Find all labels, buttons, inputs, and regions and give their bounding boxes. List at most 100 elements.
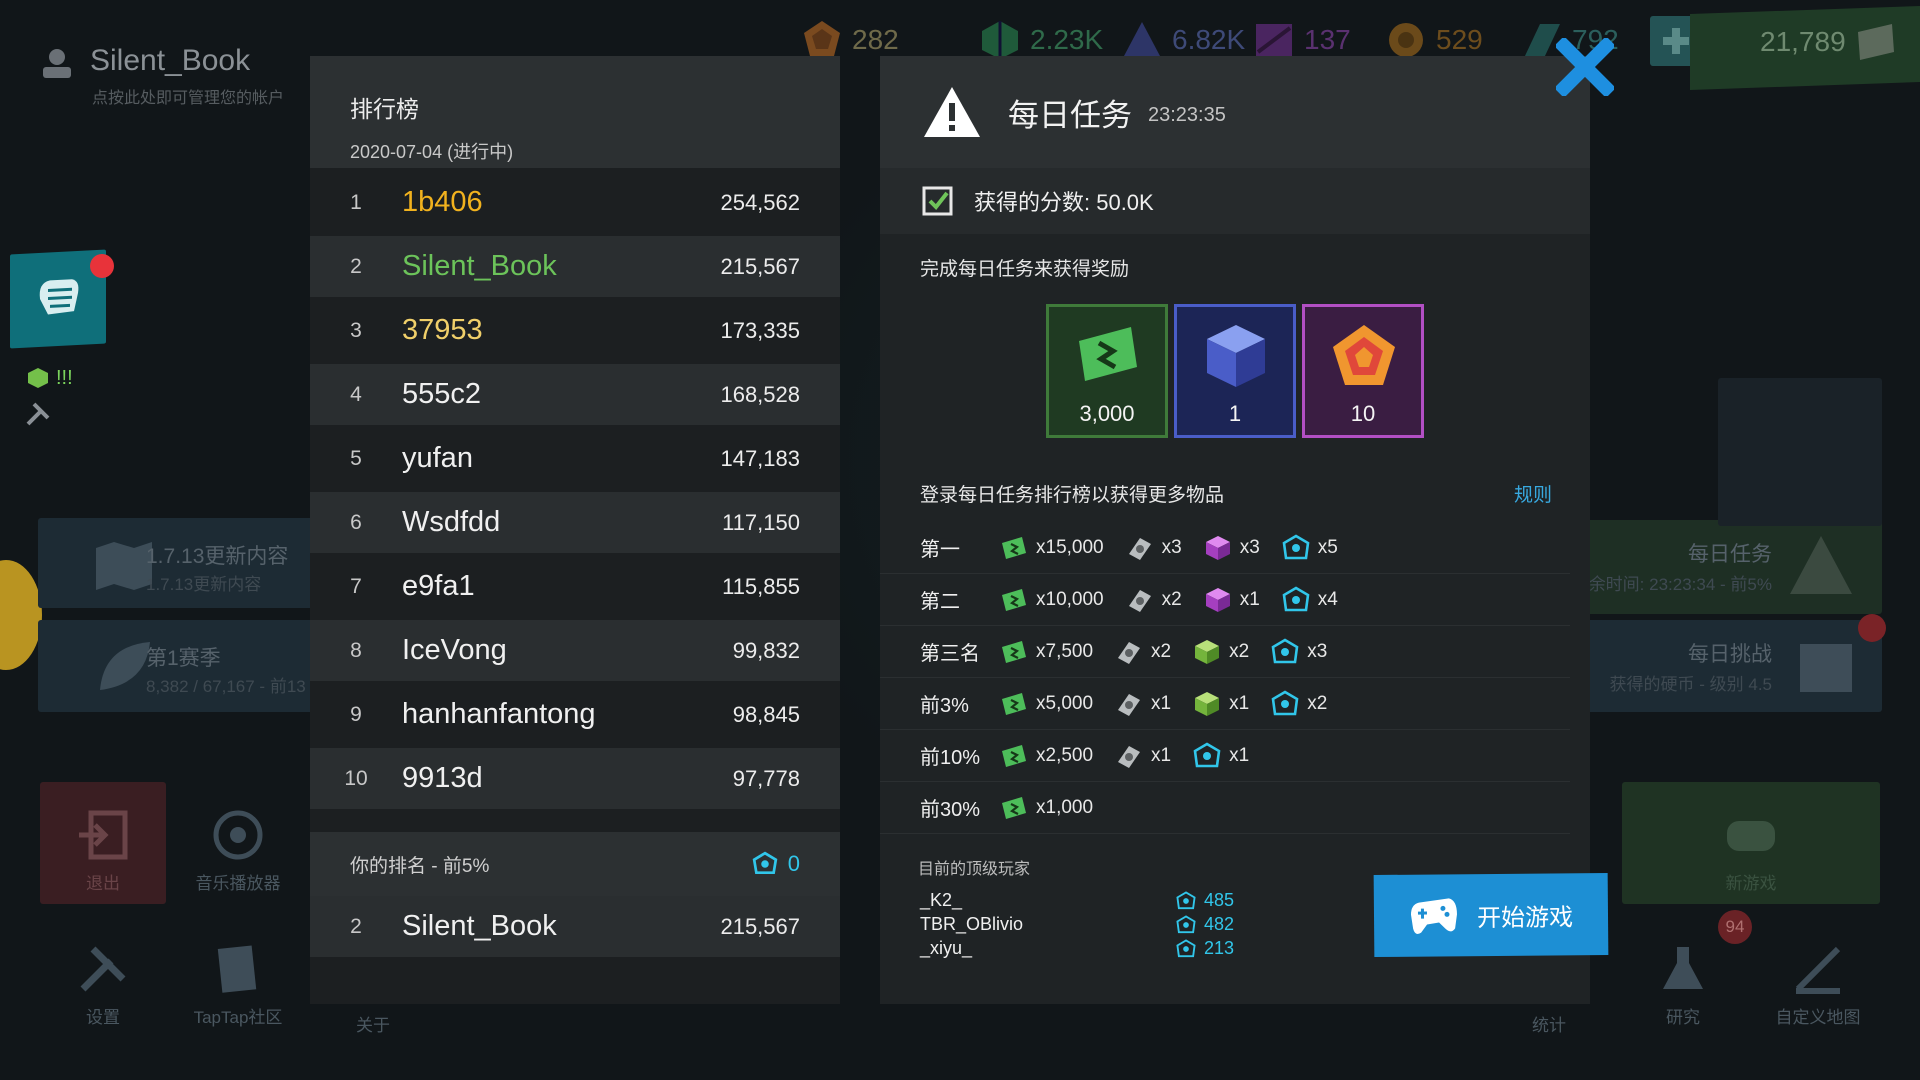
tier-reward: x10,000 [1000,586,1104,614]
resource-value: 21,789 [1760,26,1846,57]
tier-items: x1,000 [982,794,1115,822]
tier-reward-qty: x3 [1161,536,1182,558]
tier-row: 前3% x5,000 x1 x1 x2 [880,678,1570,730]
green-ticket-icon [1857,24,1894,60]
taptap-community-button[interactable]: TapTap社区 [175,916,301,1038]
daily-quest-tile-sub: 余时间: 23:23:34 - 前5% [1588,575,1772,594]
settings-button[interactable]: 设置 [40,916,166,1038]
tier-row: 前10% x2,500 x1 x1 [880,730,1570,782]
tier-reward: x4 [1282,585,1338,614]
start-game-button[interactable]: 开始游戏 [1373,872,1609,958]
rank-number: 2 [350,254,362,278]
research-count-badge: 94 [1718,910,1752,944]
leaderboard-row[interactable]: 4 555c2 168,528 [310,364,840,425]
tier-reward-qty: x1 [1239,588,1260,610]
your-token-count: 0 [752,851,800,877]
green-cube-icon [1195,639,1220,664]
pencil-icon [1795,946,1841,994]
tier-reward-qty: x2,500 [1036,744,1094,766]
leaderboard-row[interactable]: 7 e9fa1 115,855 [310,556,840,617]
reward-qty: 10 [1350,401,1376,426]
update-notes-tile[interactable]: 1.7.13更新内容 1.7.13更新内容 [38,518,328,608]
map-icon [96,542,152,590]
season-tile[interactable]: 第1赛季 8,382 / 67,167 - 前13 [38,620,328,712]
resource-value: 282 [852,24,899,55]
blue-token-icon [1282,533,1310,559]
leaderboard-header: 排行榜 2020-07-04 (进行中) [310,56,840,168]
new-game-button[interactable]: 新游戏 [1622,782,1880,904]
player-name: e9fa1 [402,570,475,602]
leaderboard-row[interactable]: 5 yufan 147,183 [310,428,840,489]
player-name: 37953 [402,314,483,346]
rewards-subtitle: 完成每日任务来获得奖励 [920,259,1130,280]
player-score: 173,335 [720,317,800,343]
leaderboard-row[interactable]: 8 IceVong 99,832 [310,620,840,681]
rank-number: 1 [350,190,362,214]
tier-reward-qty: x10,000 [1036,588,1104,610]
player-name: Silent_Book [402,910,557,942]
player-score: 98,845 [732,701,800,727]
green-ticket-icon [1002,588,1026,611]
daily-quest-timer: 23:23:35 [1148,103,1226,126]
leaderboard-title: 排行榜 [350,96,419,122]
your-rank-label: 你的排名 - 前5% [350,855,490,877]
tier-reward: x3 [1271,637,1327,666]
custom-map-button[interactable]: 自定义地图 [1755,916,1881,1038]
notification-dot [90,254,114,278]
green-cube-icon [28,368,48,388]
leaderboard-row[interactable]: 3 37953 173,335 [310,300,840,361]
leaderboard-row[interactable]: 2 Silent_Book 215,567 [310,236,840,297]
player-score: 99,832 [732,637,800,663]
tier-row: 第二 x10,000 x2 x1 x4 [880,574,1570,626]
leaderboard-row[interactable]: 10 9913d 97,778 [310,748,840,809]
tier-reward: x1,000 [1000,794,1093,822]
player-name: hanhanfantong [402,698,596,730]
gamepad-icon [1727,821,1775,851]
fist-icon [39,279,79,315]
green-ticket-icon [1002,692,1026,715]
tier-reward: x2 [1193,638,1249,666]
daily-challenge-tile[interactable]: 每日挑战 获得的硬币 - 级别 4.5 [1570,620,1882,712]
blue-token-icon [1271,689,1299,715]
music-player-button[interactable]: 音乐播放器 [175,782,301,904]
flask-icon [1663,947,1703,989]
tier-reward: x1 [1204,586,1260,614]
leaderboard-row[interactable]: 6 Wsdfdd 117,150 [310,492,840,553]
leaderboard-row[interactable]: 9 hanhanfantong 98,845 [310,684,840,745]
rules-link[interactable]: 规则 [1514,480,1552,507]
about-label: 关于 [356,1016,390,1035]
purple-cube-icon [1205,587,1230,612]
reward-chips: 10 [1302,304,1424,438]
tier-reward-qty: x3 [1239,536,1260,558]
user-name[interactable]: Silent_Book [90,44,250,78]
tier-row: 前30% x1,000 [880,782,1570,834]
your-rank-bar: 你的排名 - 前5% 0 [310,832,840,896]
top-players-title: 目前的顶级玩家 [918,861,1031,878]
tier-reward-qty: x1 [1229,692,1250,714]
blue-cube-icon [1207,325,1265,387]
challenge-notification-dot [1858,614,1886,642]
green-ticket-icon [1079,327,1137,381]
top-player-tokens: 213 [1176,938,1234,959]
tier-label: 第三名 [920,643,980,665]
tier-items: x7,500 x2 x2 x3 [982,637,1349,666]
leaderboard-row[interactable]: 1 1b406 254,562 [310,172,840,233]
player-name: 1b406 [402,186,483,218]
checkbox-checked-icon [922,186,953,216]
tier-reward-qty: x5,000 [1036,692,1094,714]
resource-value: 137 [1304,24,1351,55]
tier-reward-qty: x1 [1151,692,1172,714]
reward-cube: 1 [1174,304,1296,438]
exit-button[interactable]: 退出 [40,782,166,904]
rank-number: 2 [350,914,362,938]
top-player-name: _K2_ [920,890,963,910]
daily-quest-tile[interactable]: 每日任务 余时间: 23:23:34 - 前5% [1570,520,1882,614]
green-ticket-icon [1002,744,1026,767]
green-ticket-icon [1002,796,1026,819]
daily-leaderboard-title: 登录每日任务排行榜以获得更多物品 [920,485,1225,506]
tier-reward: x1 [1115,742,1171,770]
account-hint[interactable]: 点按此处即可管理您的帐户 [92,84,284,108]
token-value: 482 [1204,914,1235,934]
blue-token-icon [1193,741,1221,767]
close-button[interactable] [1554,36,1616,98]
